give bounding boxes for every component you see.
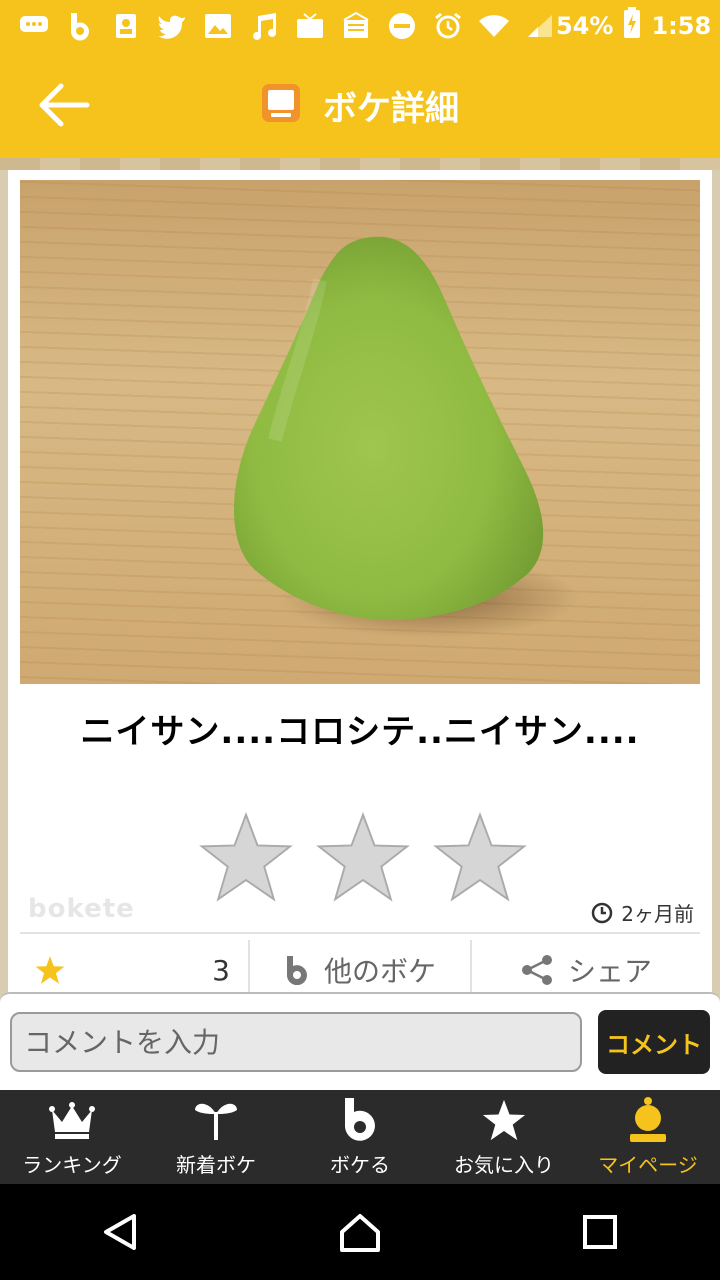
- contact-icon: [110, 10, 142, 42]
- wasabi-image: [233, 236, 580, 638]
- rating-stars: [198, 810, 528, 904]
- share-icon: [521, 955, 552, 985]
- bottom-nav: ランキング 新着ボケ ボケる お気に入り マイページ: [0, 1090, 720, 1184]
- other-boke-button[interactable]: 他のボケ: [248, 940, 470, 1000]
- message-icon: [18, 10, 50, 42]
- nav-favorites-label: お気に入り: [454, 1152, 554, 1177]
- nav-favorites[interactable]: お気に入り: [432, 1090, 576, 1184]
- comment-submit-button[interactable]: コメント: [598, 1010, 710, 1074]
- posted-time: 2ヶ月前: [621, 902, 694, 926]
- dnd-icon: [386, 10, 418, 42]
- boke-caption: ニイサン....コロシテ..ニイサン....: [80, 712, 640, 752]
- b-icon: [64, 10, 96, 42]
- alarm-icon: [432, 10, 464, 42]
- system-recents-button[interactable]: [560, 1192, 640, 1272]
- share-button[interactable]: シェア: [470, 940, 700, 1000]
- nav-mypage-label: マイページ: [598, 1152, 698, 1177]
- battery-icon: [623, 7, 641, 45]
- comment-input[interactable]: [10, 1012, 582, 1072]
- nav-new-boke-label: 新着ボケ: [176, 1152, 256, 1177]
- nav-post-boke-label: ボケる: [330, 1152, 390, 1177]
- notification-icons: [18, 10, 556, 42]
- status-bar: 54% 1:58: [0, 0, 720, 52]
- wifi-icon: [478, 10, 510, 42]
- share-label: シェア: [567, 955, 652, 988]
- image-icon: [202, 10, 234, 42]
- battery-percent: 54%: [556, 12, 614, 40]
- star-icon: [480, 1097, 528, 1143]
- recents-icon: [583, 1215, 617, 1249]
- back-button[interactable]: [34, 78, 94, 132]
- bokete-logo: bokete: [28, 894, 135, 924]
- music-icon: [248, 10, 280, 42]
- system-navigation: [0, 1184, 720, 1280]
- boke-photo[interactable]: [20, 180, 700, 684]
- comment-bar: コメント: [0, 992, 720, 1090]
- favorite-button[interactable]: 3: [20, 940, 248, 1000]
- nav-ranking-label: ランキング: [22, 1152, 122, 1177]
- nav-post-boke[interactable]: ボケる: [288, 1090, 432, 1184]
- other-boke-label: 他のボケ: [323, 955, 436, 988]
- post-time: 2ヶ月前: [591, 898, 694, 927]
- clock: 1:58: [651, 12, 712, 40]
- action-row: 3 他のボケ シェア: [20, 940, 700, 1000]
- app-bar: ボケ詳細: [0, 52, 720, 158]
- nav-new-boke[interactable]: 新着ボケ: [144, 1090, 288, 1184]
- twitter-icon: [156, 10, 188, 42]
- star-icon[interactable]: [198, 810, 294, 904]
- page-title: ボケ詳細: [323, 88, 459, 129]
- star-icon[interactable]: [432, 810, 528, 904]
- clock-icon: [592, 902, 613, 923]
- nav-ranking[interactable]: ランキング: [0, 1090, 144, 1184]
- system-back-button[interactable]: [80, 1192, 160, 1272]
- home-icon: [340, 1214, 380, 1252]
- crown-icon: [48, 1097, 96, 1143]
- b-logo-icon: [336, 1097, 384, 1143]
- tv-icon: [261, 83, 301, 127]
- boke-card: ニイサン....コロシテ..ニイサン.... bokete 2ヶ月前 3 他のボ…: [8, 170, 712, 1000]
- signal-icon: [524, 10, 556, 42]
- triangle-back-icon: [104, 1214, 136, 1250]
- star-icon[interactable]: [315, 810, 411, 904]
- favorite-count: 3: [212, 953, 230, 987]
- b-logo-icon: [286, 956, 307, 985]
- tv-icon: [294, 10, 326, 42]
- star-icon: [35, 956, 65, 984]
- mail-icon: [340, 10, 372, 42]
- arrow-left-icon: [39, 83, 90, 127]
- system-home-button[interactable]: [320, 1192, 400, 1272]
- divider: [20, 932, 700, 934]
- sprout-icon: [192, 1097, 240, 1143]
- profile-icon: [624, 1096, 672, 1143]
- background-strip: [0, 158, 720, 170]
- nav-mypage[interactable]: マイページ: [576, 1090, 720, 1184]
